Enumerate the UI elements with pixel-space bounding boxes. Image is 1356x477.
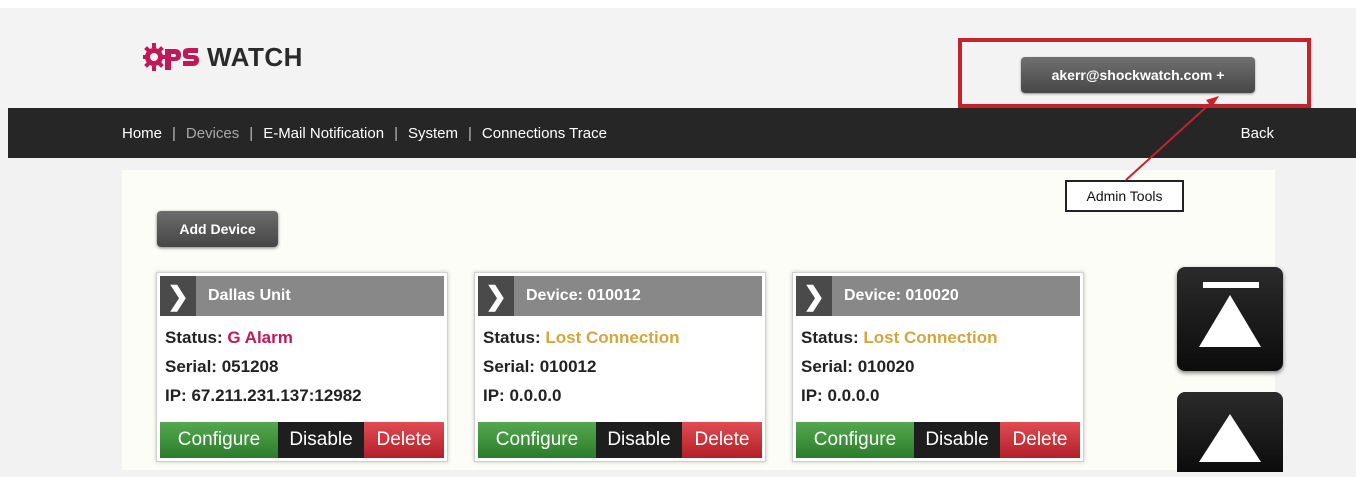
delete-button[interactable]: Delete [364,422,444,458]
ip-line: IP: 0.0.0.0 [801,381,997,410]
device-name: Device: 010012 [526,287,641,304]
status-line: Status: G Alarm [165,323,362,352]
status-label: Status: [165,328,223,347]
nav-separator: | [249,124,254,142]
device-details: Status: G Alarm Serial: 051208 IP: 67.21… [165,323,362,410]
configure-button[interactable]: Configure [796,422,914,458]
status-value: Lost Connection [863,328,998,347]
serial-value: 051208 [221,357,279,376]
nav-item-connections-trace[interactable]: Connections Trace [482,125,607,142]
delete-button[interactable]: Delete [1000,422,1080,458]
status-label: Status: [483,328,541,347]
disable-button[interactable]: Disable [914,422,1000,458]
nav-item-devices[interactable]: Devices [186,125,239,142]
scroll-up-button[interactable] [1177,392,1283,472]
chevron-right-icon[interactable]: ❯ [160,276,196,316]
device-card: ❯ Dallas Unit Status: G Alarm Serial: 05… [156,272,448,462]
nav-menu: Home | Devices | E-Mail Notification | S… [122,108,607,158]
serial-line: Serial: 010012 [483,352,679,381]
status-label: Status: [801,328,859,347]
status-line: Status: Lost Connection [801,323,997,352]
add-device-button[interactable]: Add Device [157,211,278,247]
navbar: Home | Devices | E-Mail Notification | S… [8,108,1356,158]
chevron-right-icon[interactable]: ❯ [478,276,514,316]
device-actions: Configure Disable Delete [796,422,1080,458]
serial-line: Serial: 010020 [801,352,997,381]
serial-line: Serial: 051208 [165,352,362,381]
serial-label: Serial: [483,357,535,376]
gear-logo-icon [143,43,199,71]
device-actions: Configure Disable Delete [160,422,444,458]
device-details: Status: Lost Connection Serial: 010020 I… [801,323,997,410]
device-card: ❯ Device: 010012 Status: Lost Connection… [474,272,766,462]
nav-item-system[interactable]: System [408,125,458,142]
device-card-header[interactable]: ❯ Device: 010020 [796,276,1080,316]
device-details: Status: Lost Connection Serial: 010012 I… [483,323,679,410]
ip-value: 0.0.0.0 [827,386,880,405]
configure-button[interactable]: Configure [160,422,278,458]
device-name: Dallas Unit [208,287,291,304]
disable-button[interactable]: Disable [278,422,364,458]
device-name: Device: 010020 [844,287,959,304]
serial-value: 010020 [857,357,915,376]
ip-label: IP: [483,386,505,405]
nav-item-email-notification[interactable]: E-Mail Notification [263,125,384,142]
configure-button[interactable]: Configure [478,422,596,458]
logo[interactable]: WATCH [143,37,303,77]
device-card-header[interactable]: ❯ Device: 010012 [478,276,762,316]
scroll-to-top-button[interactable] [1177,267,1283,371]
status-value: Lost Connection [545,328,680,347]
ip-value: 0.0.0.0 [509,386,562,405]
nav-separator: | [394,124,398,142]
nav-separator: | [467,124,472,142]
status-line: Status: Lost Connection [483,323,679,352]
scroll-up-icon [1199,414,1261,462]
back-link[interactable]: Back [1241,108,1274,158]
device-card: ❯ Device: 010020 Status: Lost Connection… [792,272,1084,462]
device-actions: Configure Disable Delete [478,422,762,458]
nav-separator: | [172,124,176,142]
device-card-header[interactable]: ❯ Dallas Unit [160,276,444,316]
status-value: G Alarm [227,328,293,347]
chevron-right-icon[interactable]: ❯ [796,276,832,316]
disable-button[interactable]: Disable [596,422,682,458]
ip-label: IP: [801,386,823,405]
ip-line: IP: 67.211.231.137:12982 [165,381,362,410]
delete-button[interactable]: Delete [682,422,762,458]
serial-label: Serial: [801,357,853,376]
logo-text: WATCH [207,41,303,72]
ip-value: 67.211.231.137:12982 [191,386,362,405]
serial-value: 010012 [539,357,597,376]
admin-tools-callout: Admin Tools [1065,180,1184,212]
ip-label: IP: [165,386,187,405]
nav-item-home[interactable]: Home [122,125,162,142]
serial-label: Serial: [165,357,217,376]
scroll-to-top-icon [1199,282,1261,347]
ip-line: IP: 0.0.0.0 [483,381,679,410]
annotation-highlight-box [958,38,1311,108]
